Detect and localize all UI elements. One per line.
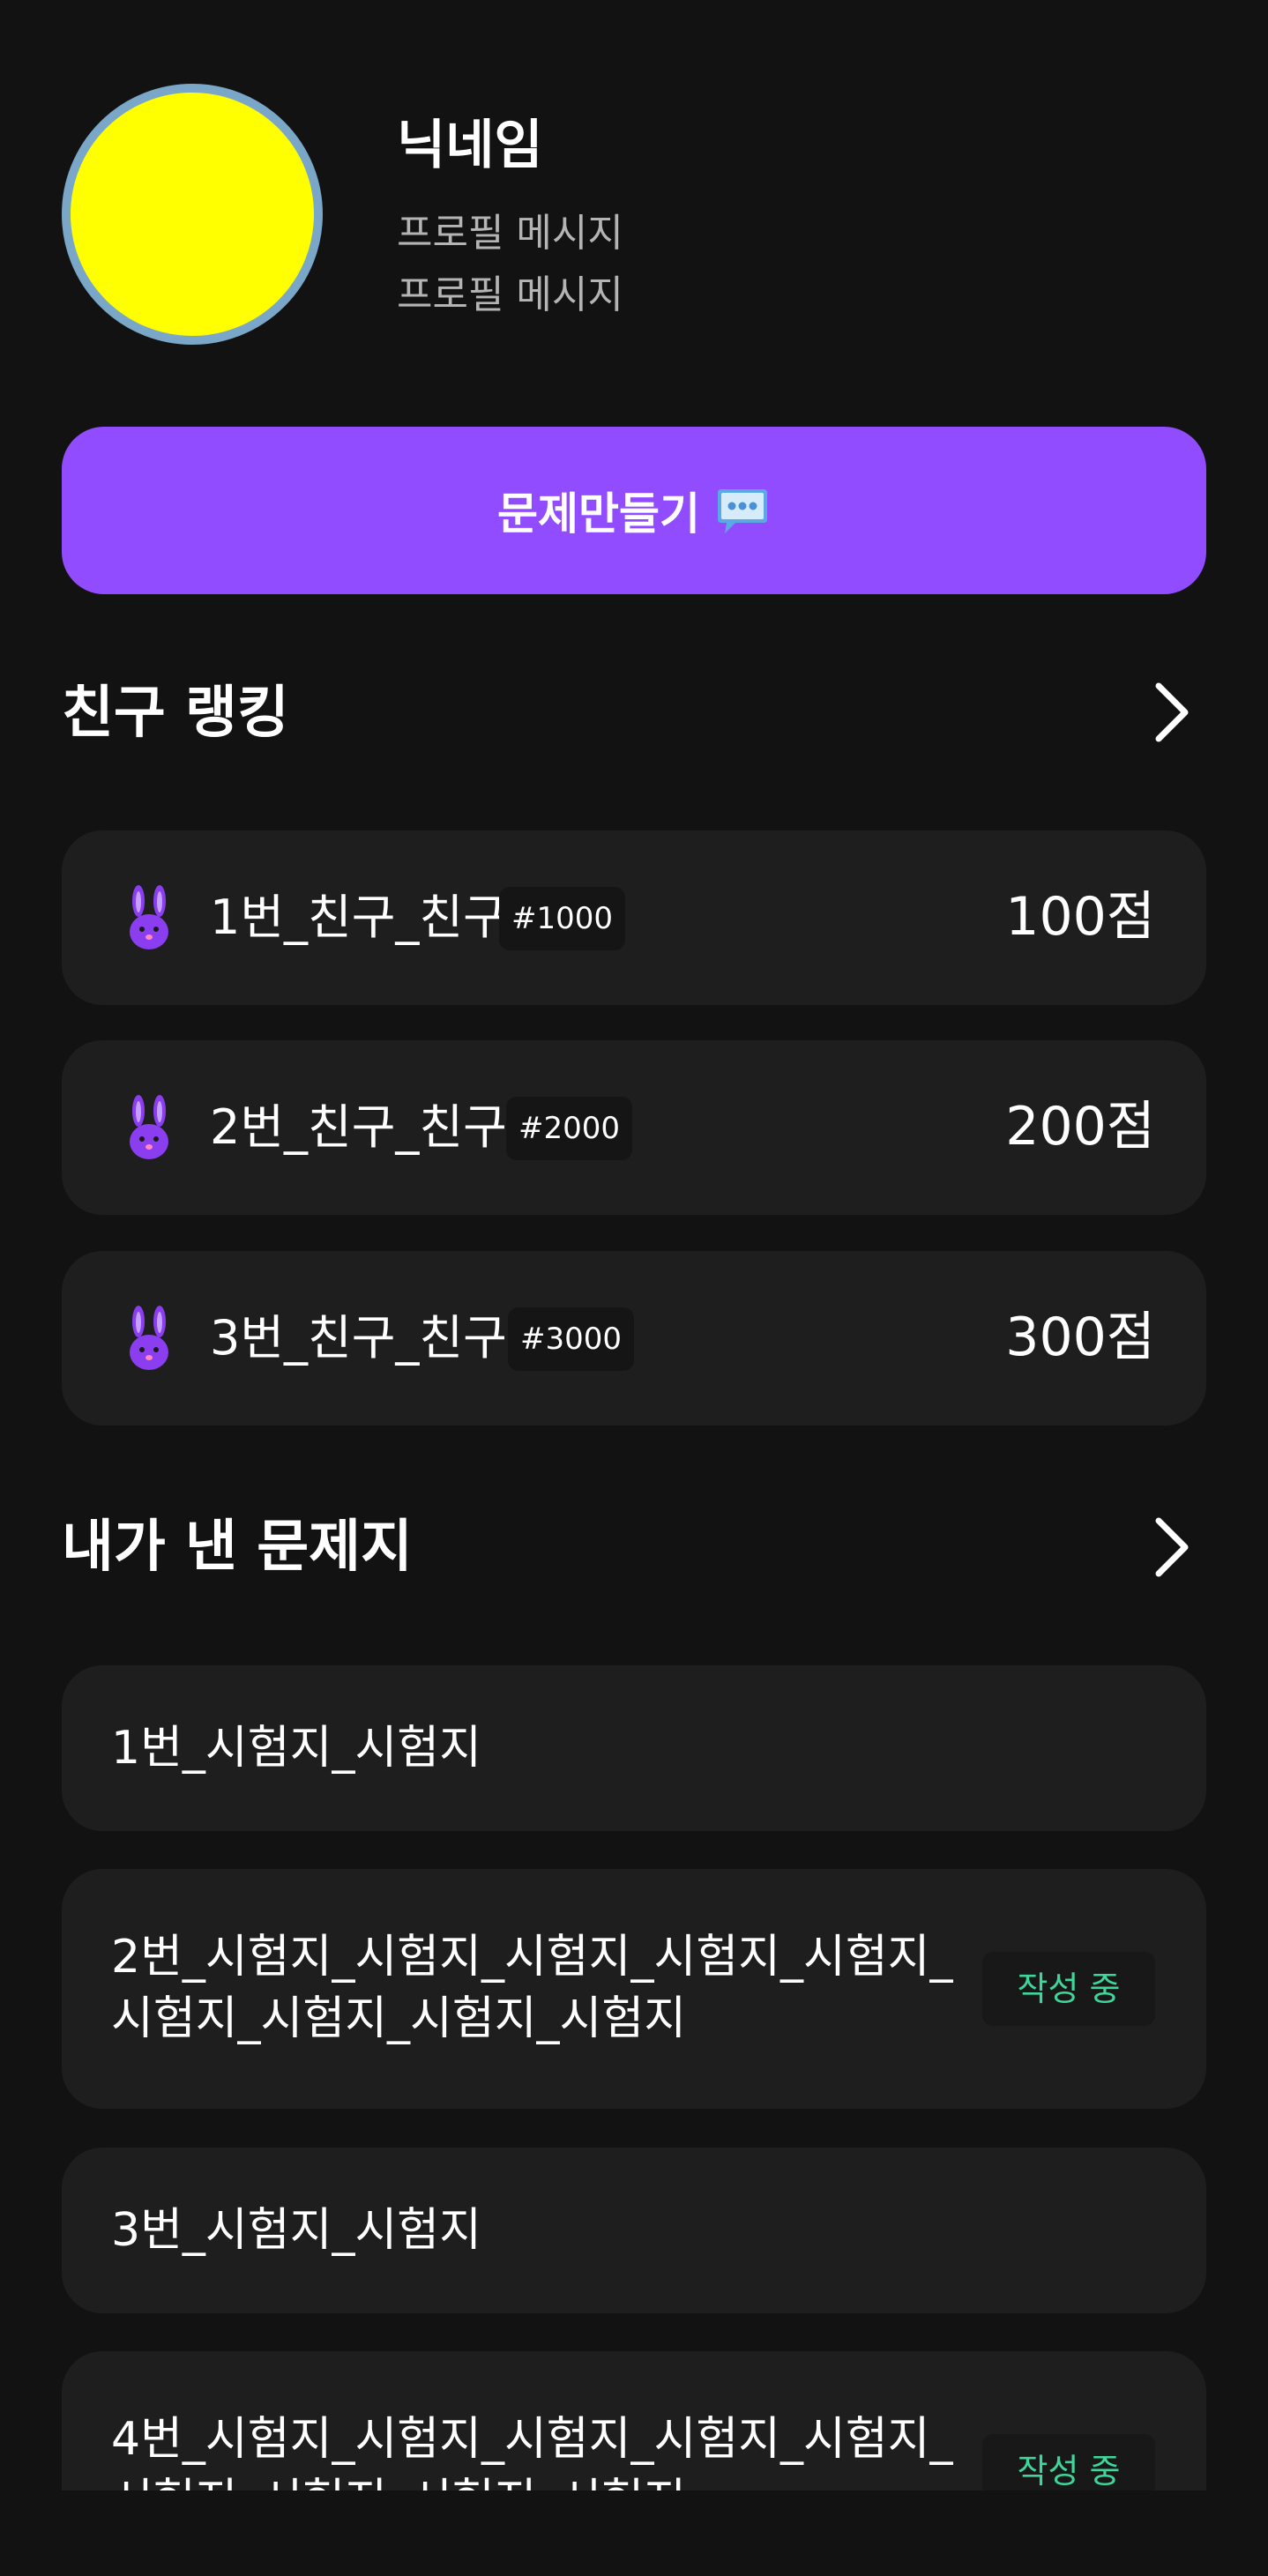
profile-message-line1: 프로필 메시지	[397, 211, 623, 256]
scroll-content: 닉네임 프로필 메시지 프로필 메시지 문제만들기 친구 랭킹 1번_친구_친구…	[0, 0, 1268, 2490]
rabbit-icon	[130, 885, 168, 949]
speech-bubble-icon	[718, 489, 767, 533]
test-item-3[interactable]: 3번_시험지_시험지	[62, 2148, 1206, 2313]
create-test-label: 문제만들기	[497, 488, 700, 540]
friend-name: 3번_친구_친구	[210, 1310, 507, 1366]
friend-ranking-more-icon[interactable]	[1146, 679, 1196, 746]
test-title: 3번_시험지_시험지	[111, 2204, 481, 2257]
friend-score: 300점	[1005, 1307, 1155, 1368]
rabbit-icon	[130, 1095, 168, 1159]
profile-avatar[interactable]	[62, 84, 323, 345]
friend-rank-item-3[interactable]: 3번_친구_친구 #3000 300점	[62, 1251, 1206, 1426]
profile-message-line2: 프로필 메시지	[397, 272, 623, 317]
create-test-button[interactable]: 문제만들기	[62, 427, 1206, 594]
friend-rank-item-2[interactable]: 2번_친구_친구 #2000 200점	[62, 1040, 1206, 1215]
test-title-line2: 시험지_시험지_시험지_시험지	[111, 1992, 687, 2045]
test-item-4[interactable]: 4번_시험지_시험지_시험지_시험지_시험지_ 시험지_시험지_시험지_시험지 …	[62, 2351, 1206, 2490]
friend-rank-item-1[interactable]: 1번_친구_친구 #1000 100점	[62, 830, 1206, 1005]
my-tests-title: 내가 낸 문제지	[62, 1515, 413, 1580]
in-progress-badge: 작성 중	[982, 1952, 1155, 2026]
test-title-line1: 2번_시험지_시험지_시험지_시험지_시험지_	[111, 1931, 953, 1984]
rabbit-icon	[130, 1306, 168, 1370]
friend-score: 200점	[1005, 1096, 1155, 1158]
test-title-line2: 시험지_시험지_시험지_시험지	[111, 2471, 686, 2490]
test-title-line1: 4번_시험지_시험지_시험지_시험지_시험지_	[111, 2413, 953, 2466]
test-title: 1번_시험지_시험지	[111, 1722, 481, 1775]
friend-name: 2번_친구_친구	[210, 1099, 507, 1155]
my-page-screen: 닉네임 프로필 메시지 프로필 메시지 문제만들기 친구 랭킹 1번_친구_친구…	[0, 0, 1268, 2576]
friend-score: 100점	[1005, 886, 1155, 948]
test-item-1[interactable]: 1번_시험지_시험지	[62, 1665, 1206, 1831]
friend-tag: #1000	[499, 887, 626, 950]
friend-tag: #2000	[506, 1097, 633, 1160]
my-tests-more-icon[interactable]	[1146, 1514, 1196, 1581]
friend-ranking-title: 친구 랭킹	[62, 681, 289, 746]
test-item-2[interactable]: 2번_시험지_시험지_시험지_시험지_시험지_ 시험지_시험지_시험지_시험지 …	[62, 1869, 1206, 2109]
friend-name: 1번_친구_친구	[210, 890, 507, 945]
friend-tag: #3000	[508, 1307, 635, 1371]
profile-nickname: 닉네임	[397, 115, 543, 176]
in-progress-badge: 작성 중	[982, 2434, 1155, 2490]
